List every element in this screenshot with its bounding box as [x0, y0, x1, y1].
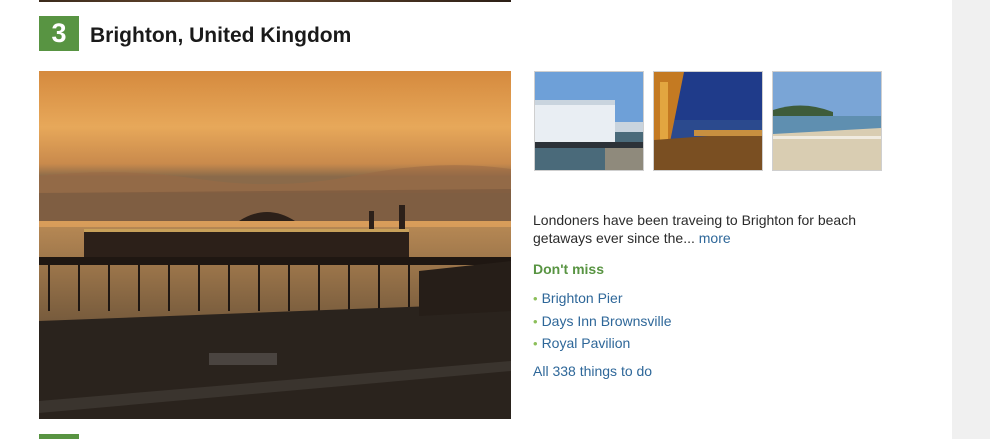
thumbnail-photo-2[interactable]: [653, 71, 763, 171]
destination-title[interactable]: Brighton, United Kingdom: [90, 23, 351, 49]
thumbnail-1-illustration: [535, 72, 643, 170]
main-photo[interactable]: [39, 71, 511, 419]
dont-miss-heading: Don't miss: [533, 261, 605, 277]
all-things-to-do-link[interactable]: All 338 things to do: [533, 363, 652, 379]
thumbnail-2-illustration: [654, 72, 762, 170]
right-gutter: [952, 0, 990, 439]
bullet-icon: •: [533, 313, 538, 329]
bullet-icon: •: [533, 336, 538, 351]
destination-description: Londoners have been traveing to Brighton…: [533, 211, 893, 247]
list-item: • Royal Pavilion: [533, 334, 672, 357]
previous-destination-photo-edge: [39, 0, 511, 2]
bullet-icon: •: [533, 291, 538, 306]
dont-miss-list: • Brighton Pier • Days Inn Brownsville • Ro…: [533, 289, 672, 357]
list-item: • Brighton Pier: [533, 289, 672, 312]
description-text: Londoners have been traveing to Brighton…: [533, 212, 857, 246]
more-link[interactable]: more: [699, 230, 731, 246]
thumbnail-photo-1[interactable]: [534, 71, 644, 171]
thumbnail-photo-3[interactable]: [772, 71, 882, 171]
next-rank-badge: [39, 434, 79, 439]
attraction-link[interactable]: Royal Pavilion: [542, 335, 631, 351]
rank-badge: 3: [39, 16, 79, 51]
list-item: • Days Inn Brownsville: [533, 312, 672, 335]
main-photo-illustration: [39, 71, 511, 419]
attraction-link[interactable]: Days Inn Brownsville: [542, 313, 672, 329]
attraction-link[interactable]: Brighton Pier: [542, 290, 623, 306]
thumbnail-3-illustration: [773, 72, 881, 170]
